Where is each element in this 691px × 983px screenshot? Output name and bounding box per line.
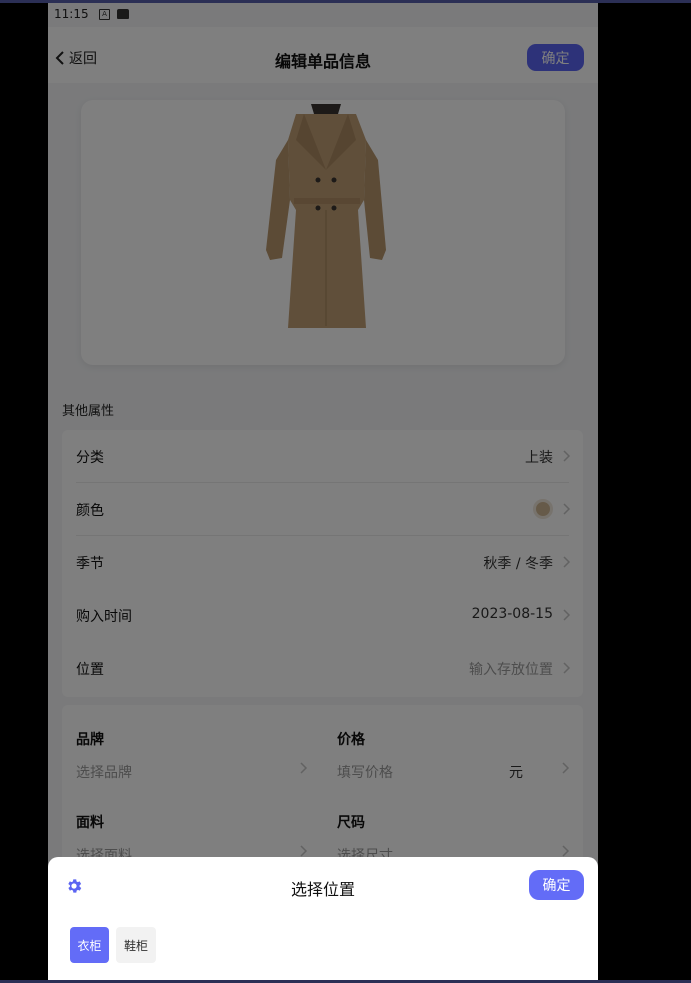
location-picker-sheet: 选择位置 确定 衣柜 鞋柜 (48, 857, 598, 980)
modal-overlay[interactable] (48, 3, 598, 980)
phone-screen: 11:15 A 返回 编辑单品信息 确定 (48, 3, 598, 980)
location-option-wardrobe[interactable]: 衣柜 (70, 927, 109, 963)
sheet-confirm-button[interactable]: 确定 (529, 870, 584, 900)
sheet-title: 选择位置 (290, 880, 355, 899)
location-option-shoe-cabinet[interactable]: 鞋柜 (116, 927, 156, 963)
